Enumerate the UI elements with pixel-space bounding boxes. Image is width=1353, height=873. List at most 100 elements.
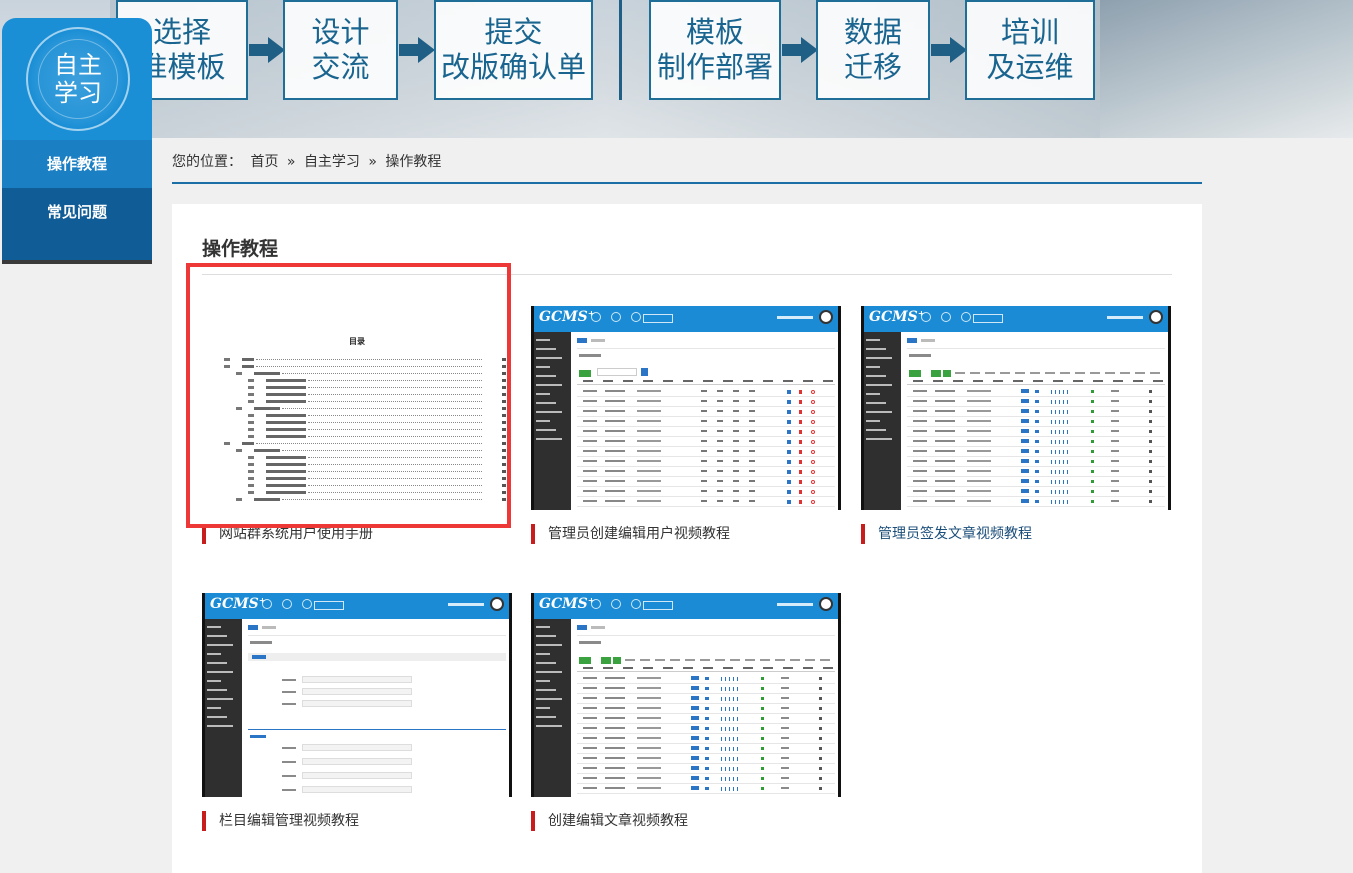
card-label[interactable]: 管理员创建编辑用户视频教程 (531, 524, 841, 544)
column-edit-video-thumbnail[interactable]: GCMS⁺ (202, 593, 512, 797)
cms-cell (749, 440, 755, 442)
toc-leader (308, 492, 482, 493)
cms-field-label (282, 775, 296, 777)
toc-entry (266, 393, 306, 396)
cms-cell (583, 470, 597, 472)
cms-nav-icon (591, 312, 601, 322)
cms-action-link (1059, 460, 1060, 464)
cms-cell (781, 787, 789, 789)
cms-status-dot (761, 757, 764, 760)
toc-leader (308, 457, 482, 458)
edit-icon (1035, 500, 1039, 503)
cms-table-row-line (577, 793, 835, 794)
tutorial-card-publish-article[interactable]: GCMS⁺ 管理员签发文章视频教程 (861, 306, 1171, 544)
toc-page-number (502, 372, 506, 375)
toc-entry (266, 414, 306, 417)
cms-action-link (729, 717, 730, 721)
cms-cell (781, 717, 789, 719)
delete-icon (799, 500, 802, 504)
cms-table-row-line (577, 476, 835, 477)
cms-cell (935, 390, 955, 392)
create-user-video-thumbnail[interactable]: GCMS⁺ (531, 306, 841, 510)
toc-leader (308, 387, 482, 388)
cms-action-link (729, 777, 730, 781)
cms-action-link (1051, 490, 1052, 494)
edit-icon (1035, 440, 1039, 443)
publish-article-video-thumbnail[interactable]: GCMS⁺ (861, 306, 1171, 510)
cms-cell (583, 677, 597, 679)
card-label[interactable]: 管理员签发文章视频教程 (861, 524, 1171, 544)
cms-cell (637, 460, 661, 462)
cms-field-input (302, 758, 412, 765)
breadcrumb-home-link[interactable]: 首页 (250, 154, 278, 170)
cms-cell (605, 430, 625, 432)
cms-action-link (721, 737, 722, 741)
toc-number (236, 372, 242, 375)
edit-article-video-thumbnail[interactable]: GCMS⁺ (531, 593, 841, 797)
cms-toolbar-item (1045, 372, 1055, 374)
process-banner: 选择 准模板 设计 交流 提交 改版确认单 模板 制作部署 数据 迁移 培训 及运维 (0, 0, 1353, 138)
cms-action-link (1063, 410, 1064, 414)
cms-status-badge (691, 736, 699, 740)
cms-action-link (1063, 490, 1064, 494)
cms-cell (967, 490, 991, 492)
edit-icon (787, 410, 791, 414)
toc-entry (266, 379, 306, 382)
disable-icon (811, 400, 815, 404)
toc-entry (266, 386, 306, 389)
cms-table-row-line (907, 396, 1165, 397)
thumbnail-border (861, 306, 864, 510)
sidebar-item-tutorials[interactable]: 操作教程 (2, 140, 152, 188)
cms-column-header (703, 667, 713, 669)
cms-action-link (1055, 440, 1056, 444)
edit-icon (1035, 410, 1039, 413)
cms-cell (1149, 410, 1152, 413)
banner-step-4: 模板 制作部署 (649, 0, 781, 100)
cms-action-link (1055, 480, 1056, 484)
disable-icon (811, 470, 815, 474)
cms-cell (819, 777, 822, 780)
tutorial-card-edit-article[interactable]: GCMS⁺ 创建编辑文章视频教程 (531, 593, 841, 831)
cms-action-link (1051, 480, 1052, 484)
toc-number (248, 463, 254, 466)
delete-icon (799, 450, 802, 454)
cms-cell (913, 390, 927, 392)
cms-cell (583, 747, 597, 749)
cms-cell (935, 450, 955, 452)
cms-action-link (1051, 430, 1052, 434)
cms-cell (749, 410, 755, 412)
cms-table-row-line (907, 446, 1165, 447)
cms-table-row-line (577, 743, 835, 744)
cms-cell (935, 470, 955, 472)
cms-column-header (993, 380, 1003, 382)
card-label[interactable]: 网站群系统用户使用手册 (202, 524, 512, 544)
card-label[interactable]: 栏目编辑管理视频教程 (202, 811, 512, 831)
cms-status-badge (691, 696, 699, 700)
tutorial-card-column-edit[interactable]: GCMS⁺ 栏目编辑管理视频教程 (202, 593, 512, 831)
cms-toolbar-item (1030, 372, 1040, 374)
banner-step-2: 设计 交流 (283, 0, 398, 100)
cms-field-input (302, 676, 412, 683)
cms-action-link (729, 767, 730, 771)
tutorial-card-create-user[interactable]: GCMS⁺ 管理员创建编辑用户视频教程 (531, 306, 841, 544)
cms-cell (749, 470, 755, 472)
sidebar-item-faq[interactable]: 常见问题 (2, 188, 152, 236)
toc-leader (256, 359, 482, 360)
cms-action-link (737, 727, 738, 731)
cms-action-link (733, 767, 734, 771)
cms-cell (819, 717, 822, 720)
tutorial-card-user-manual[interactable]: 目录 网站群系统用户使用手册 (202, 306, 512, 544)
cms-action-link (733, 737, 734, 741)
cms-column-header (603, 380, 613, 382)
breadcrumb-section-link[interactable]: 自主学习 (304, 154, 360, 170)
user-manual-thumbnail[interactable]: 目录 (202, 306, 512, 510)
cms-cell (733, 480, 739, 482)
cms-toolbar-item (955, 372, 965, 374)
cms-nav-icon (591, 599, 601, 609)
cms-cell (1149, 440, 1152, 443)
cms-status-dot (761, 737, 764, 740)
card-label[interactable]: 创建编辑文章视频教程 (531, 811, 841, 831)
cms-sidebar (202, 619, 242, 797)
toc-entry (266, 435, 306, 438)
disable-icon (811, 410, 815, 414)
